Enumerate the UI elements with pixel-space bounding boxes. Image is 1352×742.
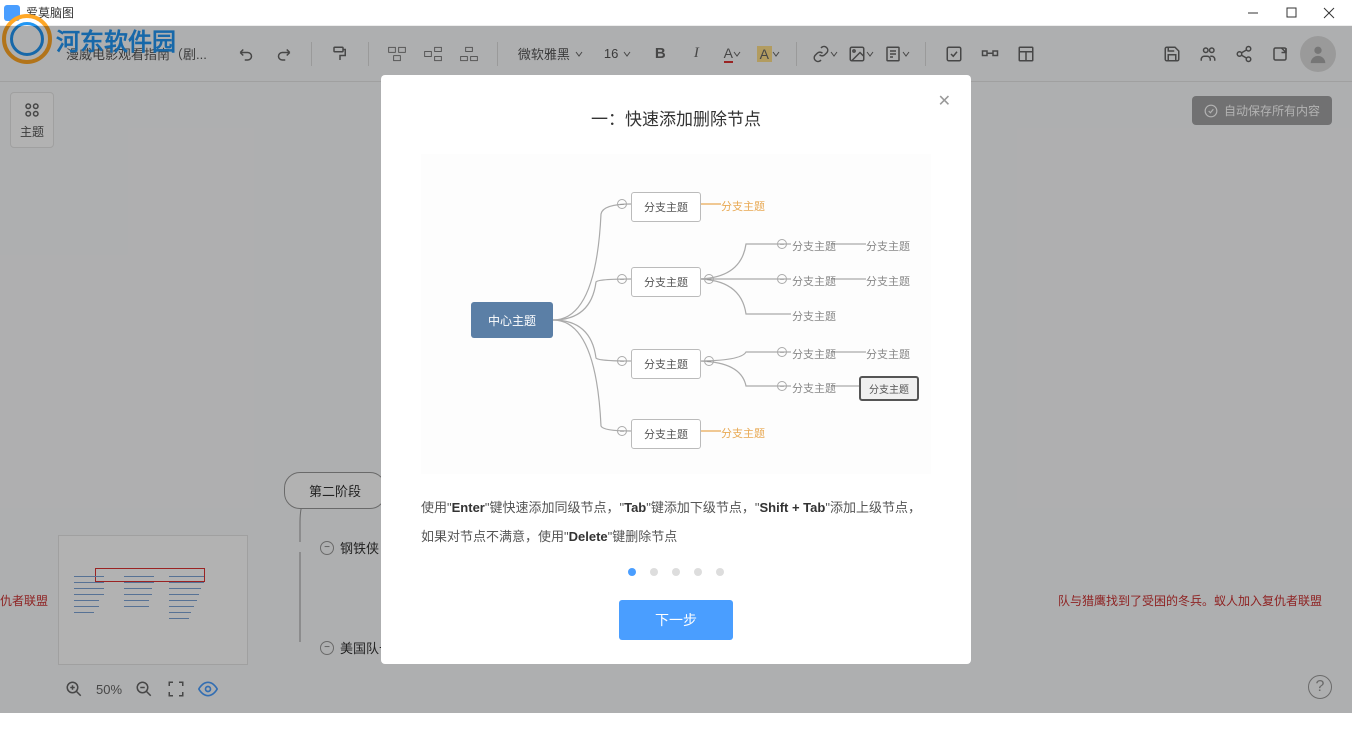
diagram-branch: 分支主题 bbox=[631, 349, 701, 379]
pagination-dots bbox=[421, 568, 931, 576]
diagram-sub: 分支主题 bbox=[792, 308, 836, 324]
diagram-branch: 分支主题 bbox=[631, 192, 701, 222]
diagram-sub: 分支主题 bbox=[792, 273, 836, 289]
maximize-button[interactable] bbox=[1284, 6, 1298, 20]
diagram-sub: 分支主题 bbox=[792, 238, 836, 254]
dot-2[interactable] bbox=[650, 568, 658, 576]
diagram-sub: 分支主题 bbox=[721, 425, 765, 441]
window-controls bbox=[1246, 6, 1348, 20]
modal-close-button[interactable]: ✕ bbox=[938, 91, 951, 111]
dot-3[interactable] bbox=[672, 568, 680, 576]
diagram-sub: 分支主题 bbox=[866, 238, 910, 254]
titlebar: 爱莫脑图 bbox=[0, 0, 1352, 26]
diagram-branch: 分支主题 bbox=[631, 419, 701, 449]
diagram-sub: 分支主题 bbox=[866, 346, 910, 362]
diagram-center-node: 中心主题 bbox=[471, 302, 553, 338]
dot-4[interactable] bbox=[694, 568, 702, 576]
diagram-sub: 分支主题 bbox=[792, 380, 836, 396]
diagram-branch-active: 分支主题 bbox=[859, 376, 919, 401]
modal-title: 一：快速添加删除节点 bbox=[421, 105, 931, 130]
dot-5[interactable] bbox=[716, 568, 724, 576]
tutorial-diagram: 中心主题 分支主题 分支主题 分支主题 分支主题 − − − − 分支主题 分支… bbox=[421, 154, 931, 474]
diagram-sub: 分支主题 bbox=[721, 198, 765, 214]
next-button[interactable]: 下一步 bbox=[619, 600, 733, 640]
app-title: 爱莫脑图 bbox=[26, 4, 1246, 21]
dot-1[interactable] bbox=[628, 568, 636, 576]
diagram-branch: 分支主题 bbox=[631, 267, 701, 297]
modal-overlay[interactable]: ✕ 一：快速添加删除节点 中心主题 分支主题 分 bbox=[0, 26, 1352, 713]
modal-description: 使用"Enter"键快速添加同级节点，"Tab"键添加下级节点，"Shift +… bbox=[421, 494, 931, 551]
minimize-button[interactable] bbox=[1246, 6, 1260, 20]
diagram-sub: 分支主题 bbox=[866, 273, 910, 289]
close-button[interactable] bbox=[1322, 6, 1336, 20]
diagram-sub: 分支主题 bbox=[792, 346, 836, 362]
tutorial-modal: ✕ 一：快速添加删除节点 中心主题 分支主题 分 bbox=[381, 75, 971, 663]
